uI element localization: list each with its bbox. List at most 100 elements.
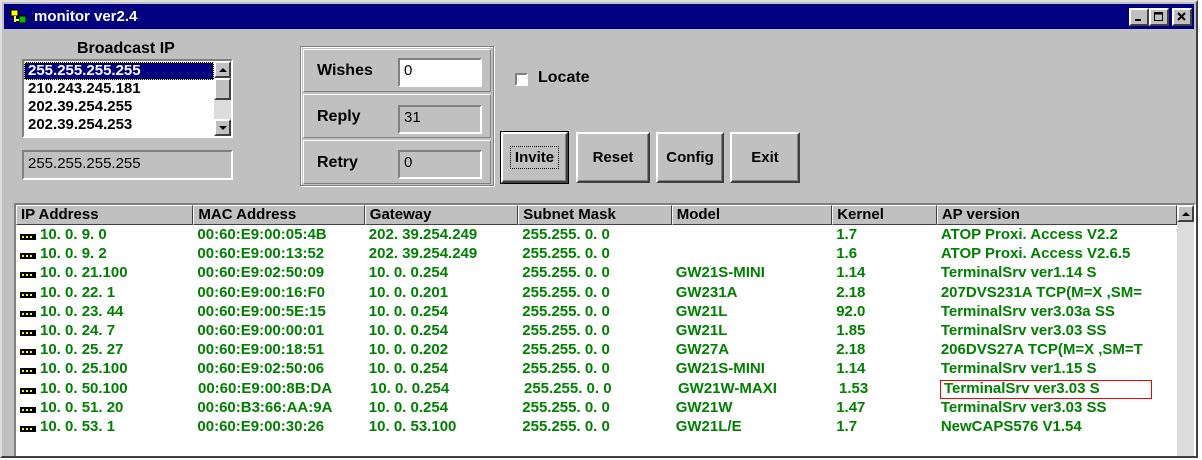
scroll-up-icon xyxy=(218,67,227,72)
table-row[interactable]: 10. 0. 21.100 00:60:E9:02:50:09 10. 0. 0.2… xyxy=(16,264,1177,283)
mac-cell: 00:60:E9:00:00:01 xyxy=(197,322,325,339)
kernel-cell: 1.85 xyxy=(836,322,866,339)
minimize-button[interactable] xyxy=(1129,7,1149,26)
mac-cell: 00:60:E9:00:30:26 xyxy=(197,418,325,435)
gateway-cell: 10. 0. 0.202 xyxy=(368,341,449,359)
broadcast-ip-item[interactable]: 202.39.254.255 xyxy=(24,98,214,116)
window-title: monitor ver2.4 xyxy=(34,8,138,25)
scroll-up-icon xyxy=(1181,211,1190,216)
row-device-icon xyxy=(20,234,36,241)
device-table[interactable]: IP Address MAC Address Gateway Subnet Mask M… xyxy=(14,203,1196,456)
ip-text: 10. 0. 53. 1 xyxy=(40,418,116,435)
scroll-up-button[interactable] xyxy=(214,61,231,78)
ip-cell: 10. 0. 22. 1 xyxy=(16,284,193,303)
subnet-cell: 255.255. 0. 0 xyxy=(522,283,610,301)
broadcast-ip-item[interactable]: 210.243.245.181 xyxy=(24,80,214,98)
column-header[interactable]: Model xyxy=(671,205,833,225)
title-bar[interactable]: monitor ver2.4 xyxy=(4,4,1194,29)
table-row[interactable]: 10. 0. 25. 27 00:60:E9:00:18:51 10. 0. 0.2… xyxy=(16,341,1177,360)
gateway-cell: 202. 39.254.249 xyxy=(368,245,478,263)
row-device-icon xyxy=(20,291,36,298)
table-row[interactable]: 10. 0. 9. 0 00:60:E9:00:05:4B 202. 39.254.… xyxy=(16,226,1177,245)
maximize-icon xyxy=(1154,11,1163,21)
broadcast-ip-item[interactable]: 202.39.254.253 xyxy=(24,116,214,134)
column-header[interactable]: Kernel xyxy=(832,205,937,225)
mac-cell: 00:60:E9:02:50:09 xyxy=(197,264,325,282)
minimize-icon xyxy=(1135,18,1141,21)
ip-text: 10. 0. 24. 7 xyxy=(40,322,116,339)
table-scroll-up-button[interactable] xyxy=(1177,205,1194,222)
mac-cell: 00:60:E9:02:50:06 xyxy=(197,360,325,378)
highlighted-ap-version-cell: TerminalSrv ver3.03 S xyxy=(940,379,1152,399)
mac-cell: 00:60:E9:00:18:51 xyxy=(197,341,325,359)
column-header[interactable]: Subnet Mask xyxy=(518,205,672,225)
ip-text: 10. 0. 9. 0 xyxy=(40,226,107,243)
row-device-icon xyxy=(20,426,36,433)
row-device-icon xyxy=(20,272,36,279)
model-cell: GW21S-MINI xyxy=(675,360,765,378)
ip-cell: 10. 0. 25. 27 xyxy=(16,341,193,360)
broadcast-list-scrollbar[interactable] xyxy=(214,61,231,136)
ip-text: 10. 0. 25. 27 xyxy=(40,341,124,359)
reset-button[interactable]: Reset xyxy=(576,132,650,183)
table-row[interactable]: 10. 0. 50.100 00:60:E9:00:8B:DA 10. 0. 0.2… xyxy=(16,379,1177,399)
row-device-icon xyxy=(20,406,36,413)
scroll-thumb[interactable] xyxy=(214,78,231,100)
invite-button-label: Invite xyxy=(509,146,560,169)
table-scrollbar[interactable] xyxy=(1177,205,1194,456)
mac-cell: 00:60:E9:00:16:F0 xyxy=(197,283,325,301)
kernel-cell: 2.18 xyxy=(836,283,866,301)
mac-cell: 00:60:B3:66:AA:9A xyxy=(197,398,333,416)
column-header[interactable]: IP Address xyxy=(16,205,194,225)
subnet-cell: 255.255. 0. 0 xyxy=(522,302,610,320)
locate-checkbox[interactable] xyxy=(515,73,528,86)
config-button-label: Config xyxy=(666,149,714,166)
scroll-down-button[interactable] xyxy=(214,119,231,136)
column-header[interactable]: MAC Address xyxy=(193,205,365,225)
ap-version-cell: TerminalSrv ver3.03 SS xyxy=(940,322,1107,339)
exit-button[interactable]: Exit xyxy=(730,132,800,183)
ap-version-cell: ATOP Proxi. Access V2.6.5 xyxy=(940,245,1131,263)
model-cell xyxy=(672,245,832,264)
subnet-cell: 255.255. 0. 0 xyxy=(522,398,610,416)
column-header[interactable]: Gateway xyxy=(364,205,519,225)
row-device-icon xyxy=(20,330,36,337)
mac-cell: 00:60:E9:00:05:4B xyxy=(197,226,327,243)
gateway-cell: 10. 0. 0.254 xyxy=(368,398,449,416)
monitor-window: monitor ver2.4 Broadcast IP 255.255.255.… xyxy=(0,0,1198,458)
table-row[interactable]: 10. 0. 24. 7 00:60:E9:00:00:01 10. 0. 0.25… xyxy=(16,322,1177,341)
ip-cell: 10. 0. 9. 0 xyxy=(16,226,193,245)
model-cell: GW21S-MINI xyxy=(675,264,765,282)
close-button[interactable] xyxy=(1172,7,1192,26)
row-device-icon xyxy=(20,349,36,356)
kernel-cell: 92.0 xyxy=(836,302,866,320)
gateway-cell: 10. 0. 0.254 xyxy=(368,302,449,320)
wishes-input[interactable]: 0 xyxy=(398,58,482,87)
subnet-cell: 255.255. 0. 0 xyxy=(522,245,610,263)
broadcast-ip-listbox[interactable]: 255.255.255.255 210.243.245.181 202.39.254… xyxy=(22,59,233,138)
ap-version-cell: ATOP Proxi. Access V2.2 xyxy=(940,226,1118,243)
column-header[interactable]: AP version xyxy=(936,205,1177,225)
close-icon xyxy=(1177,11,1186,21)
kernel-cell: 1.53 xyxy=(839,379,869,397)
table-row[interactable]: 10. 0. 23. 44 00:60:E9:00:5E:15 10. 0. 0.2… xyxy=(16,303,1177,322)
config-button[interactable]: Config xyxy=(656,132,724,183)
maximize-button[interactable] xyxy=(1149,7,1169,26)
gateway-cell: 202. 39.254.249 xyxy=(368,226,478,243)
ip-cell: 10. 0. 51. 20 xyxy=(16,399,193,418)
gateway-cell: 10. 0. 0.254 xyxy=(370,379,450,397)
ip-text: 10. 0. 22. 1 xyxy=(40,283,116,301)
retry-label: Retry xyxy=(317,154,358,171)
kernel-cell: 1.7 xyxy=(836,418,858,435)
invite-button[interactable]: Invite xyxy=(500,131,569,184)
broadcast-ip-item[interactable]: 255.255.255.255 xyxy=(24,62,214,80)
ip-text: 10. 0. 9. 2 xyxy=(40,245,107,263)
row-device-icon xyxy=(20,368,36,375)
table-row[interactable]: 10. 0. 53. 1 00:60:E9:00:30:26 10. 0. 53.1… xyxy=(16,418,1177,437)
table-row[interactable]: 10. 0. 25.100 00:60:E9:02:50:06 10. 0. 0.2… xyxy=(16,360,1177,379)
row-device-icon xyxy=(20,253,36,260)
table-row[interactable]: 10. 0. 22. 1 00:60:E9:00:16:F0 10. 0. 0.20… xyxy=(16,284,1177,303)
table-row[interactable]: 10. 0. 51. 20 00:60:B3:66:AA:9A 10. 0. 0.2… xyxy=(16,399,1177,418)
ip-cell: 10. 0. 50.100 xyxy=(16,380,194,399)
table-row[interactable]: 10. 0. 9. 2 00:60:E9:00:13:52 202. 39.254.… xyxy=(16,245,1177,264)
